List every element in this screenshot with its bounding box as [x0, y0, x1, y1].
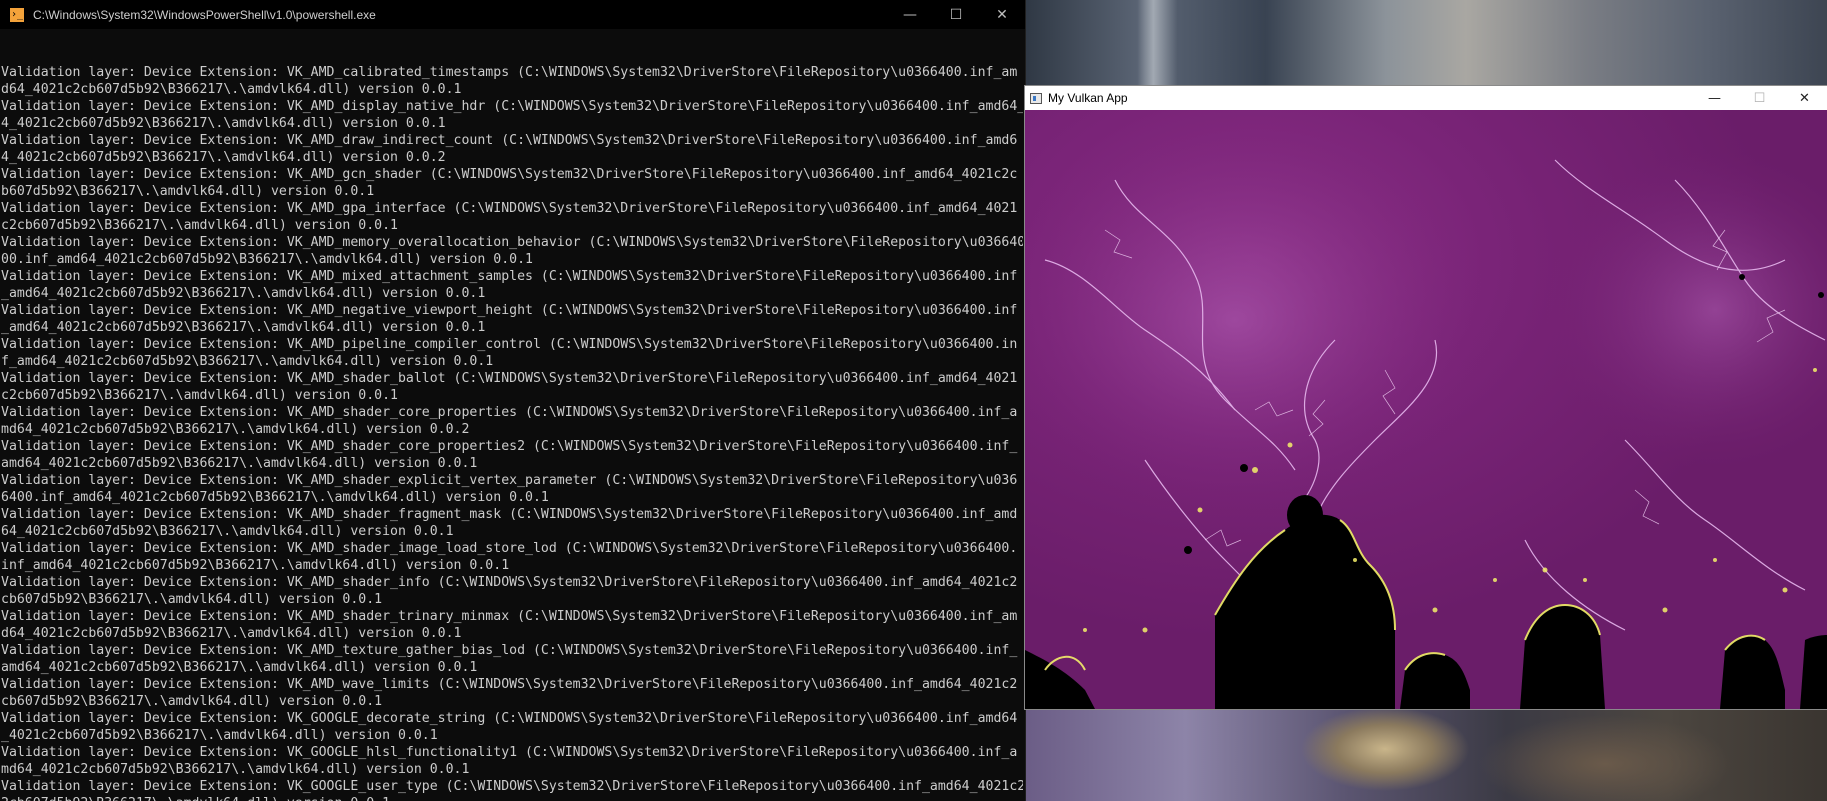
console-line: _4021c2cb607d5b92\B366217\.\amdvlk64.dll… — [1, 728, 438, 743]
vulkan-close-button[interactable]: ✕ — [1782, 86, 1827, 110]
console-line: Validation layer: Device Extension: VK_A… — [1, 575, 1018, 590]
console-line: f_amd64_4021c2cb607d5b92\B366217\.\amdvl… — [1, 354, 494, 369]
vulkan-app-window[interactable]: My Vulkan App — ☐ ✕ — [1025, 86, 1827, 709]
console-line: cb607d5b92\B366217\.\amdvlk64.dll) versi… — [1, 694, 383, 709]
console-line: md64_4021c2cb607d5b92\B366217\.\amdvlk64… — [1, 422, 470, 437]
console-line: Validation layer: Device Extension: VK_A… — [1, 201, 1018, 216]
console-line: _amd64_4021c2cb607d5b92\B366217\.\amdvlk… — [1, 286, 486, 301]
close-button[interactable]: ✕ — [979, 0, 1025, 29]
console-line: Validation layer: Device Extension: VK_A… — [1, 439, 1018, 454]
console-line: inf_amd64_4021c2cb607d5b92\B366217\.\amd… — [1, 558, 510, 573]
console-line: Validation layer: Device Extension: VK_A… — [1, 167, 1018, 182]
console-line: Validation layer: Device Extension: VK_A… — [1, 269, 1018, 284]
console-line: 6400.inf_amd64_4021c2cb607d5b92\B366217\… — [1, 490, 549, 505]
console-line: Validation layer: Device Extension: VK_A… — [1, 235, 1023, 250]
console-line: amd64_4021c2cb607d5b92\B366217\.\amdvlk6… — [1, 456, 478, 471]
console-line: Validation layer: Device Extension: VK_A… — [1, 99, 1023, 114]
console-line: Validation layer: Device Extension: VK_G… — [1, 745, 1018, 760]
vulkan-minimize-button[interactable]: — — [1692, 86, 1737, 110]
console-line: _amd64_4021c2cb607d5b92\B366217\.\amdvlk… — [1, 320, 486, 335]
vulkan-window-title: My Vulkan App — [1048, 91, 1128, 105]
console-output[interactable]: Validation layer: Device Extension: VK_A… — [1, 30, 1023, 801]
console-line: amd64_4021c2cb607d5b92\B366217\.\amdvlk6… — [1, 660, 478, 675]
console-line: Validation layer: Device Extension: VK_A… — [1, 405, 1018, 420]
console-line: c2cb607d5b92\B366217\.\amdvlk64.dll) ver… — [1, 218, 398, 233]
console-line: d64_4021c2cb607d5b92\B366217\.\amdvlk64.… — [1, 82, 462, 97]
console-line: md64_4021c2cb607d5b92\B366217\.\amdvlk64… — [1, 762, 470, 777]
console-line: Validation layer: Device Extension: VK_A… — [1, 643, 1018, 658]
console-line: Validation layer: Device Extension: VK_A… — [1, 473, 1018, 488]
console-line: b607d5b92\B366217\.\amdvlk64.dll) versio… — [1, 184, 375, 199]
console-line: Validation layer: Device Extension: VK_A… — [1, 609, 1018, 624]
console-line: Validation layer: Device Extension: VK_A… — [1, 371, 1018, 386]
powershell-title: C:\Windows\System32\WindowsPowerShell\v1… — [33, 7, 376, 22]
console-line: Validation layer: Device Extension: VK_A… — [1, 65, 1018, 80]
powershell-icon: ›_ — [10, 7, 24, 22]
vulkan-maximize-button[interactable]: ☐ — [1737, 86, 1782, 110]
console-line: Validation layer: Device Extension: VK_A… — [1, 133, 1018, 148]
fractal-render — [1025, 120, 1827, 709]
vulkan-titlebar[interactable]: My Vulkan App — ☐ ✕ — [1025, 86, 1827, 110]
wallpaper-top-region — [1025, 0, 1827, 86]
powershell-window-controls: — ☐ ✕ — [887, 0, 1025, 29]
powershell-window[interactable]: ›_ C:\Windows\System32\WindowsPowerShell… — [0, 0, 1026, 801]
powershell-titlebar[interactable]: ›_ C:\Windows\System32\WindowsPowerShell… — [0, 0, 1025, 29]
console-line: cb607d5b92\B366217\.\amdvlk64.dll) versi… — [1, 592, 383, 607]
console-line: Validation layer: Device Extension: VK_A… — [1, 337, 1018, 352]
console-line: c2cb607d5b92\B366217\.\amdvlk64.dll) ver… — [1, 388, 398, 403]
render-canvas[interactable] — [1025, 110, 1827, 709]
minimize-button[interactable]: — — [887, 0, 933, 29]
vulkan-window-controls: — ☐ ✕ — [1692, 86, 1827, 110]
console-line: 4_4021c2cb607d5b92\B366217\.\amdvlk64.dl… — [1, 116, 446, 131]
console-line: Validation layer: Device Extension: VK_G… — [1, 779, 1023, 794]
console-line: 00.inf_amd64_4021c2cb607d5b92\B366217\.\… — [1, 252, 533, 267]
console-line: Validation layer: Device Extension: VK_A… — [1, 677, 1018, 692]
wallpaper-bottom-region — [1025, 709, 1827, 801]
console-line: Validation layer: Device Extension: VK_G… — [1, 711, 1018, 726]
maximize-button[interactable]: ☐ — [933, 0, 979, 29]
console-line: Validation layer: Device Extension: VK_A… — [1, 541, 1018, 556]
console-line: 2cb607d5b92\B366217\.\amdvlk64.dll) vers… — [1, 795, 1023, 801]
console-line: 4_4021c2cb607d5b92\B366217\.\amdvlk64.dl… — [1, 150, 446, 165]
console-line: Validation layer: Device Extension: VK_A… — [1, 507, 1018, 522]
console-line: 64_4021c2cb607d5b92\B366217\.\amdvlk64.d… — [1, 524, 454, 539]
console-line: Validation layer: Device Extension: VK_A… — [1, 303, 1018, 318]
console-line: d64_4021c2cb607d5b92\B366217\.\amdvlk64.… — [1, 626, 462, 641]
app-window-icon — [1030, 92, 1042, 104]
